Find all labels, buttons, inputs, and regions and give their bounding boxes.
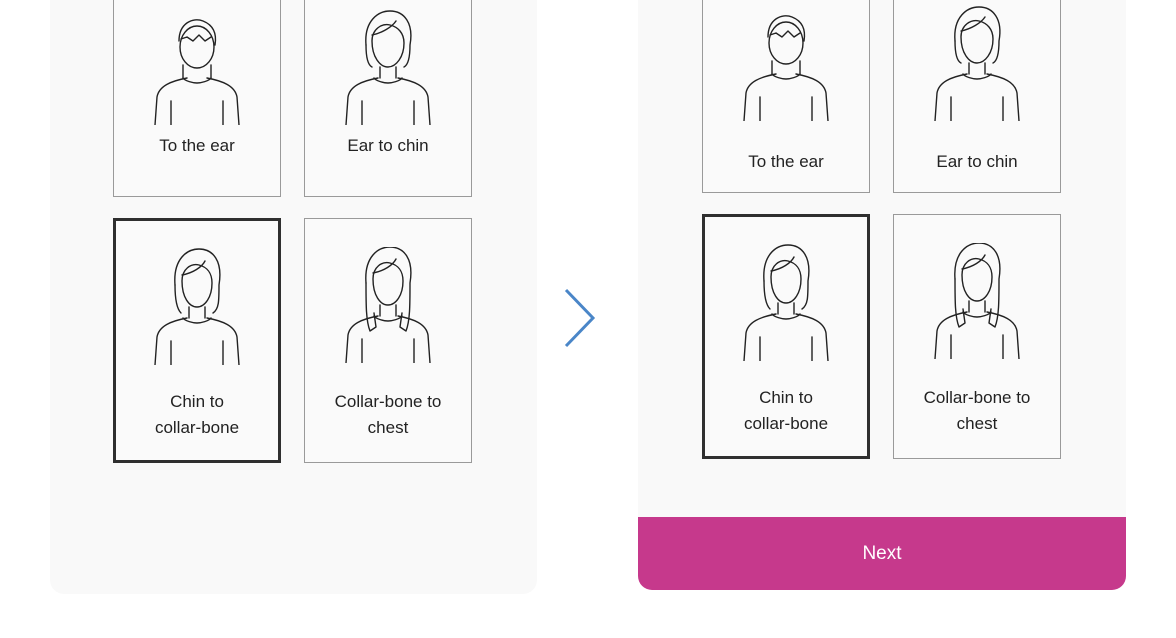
chin-length-hair-figure-icon bbox=[305, 9, 471, 125]
option-card-chin-to-collar-bone[interactable]: Chin to collar-bone bbox=[113, 218, 281, 463]
option-label: To the ear bbox=[159, 136, 235, 155]
option-label: Ear to chin bbox=[347, 136, 429, 155]
left-panel: To the ear Ear to chin Chin to collar-bo… bbox=[50, 0, 537, 594]
short-hair-figure-icon bbox=[114, 13, 280, 125]
option-label: To the ear bbox=[748, 152, 824, 171]
option-card-collar-bone-to-chest[interactable]: Collar-bone to chest bbox=[893, 214, 1061, 459]
option-card-ear-to-chin[interactable]: Ear to chin bbox=[304, 0, 472, 197]
next-button[interactable]: Next bbox=[638, 517, 1126, 590]
option-label: Collar-bone to chest bbox=[334, 392, 442, 437]
option-card-ear-to-chin[interactable]: Ear to chin bbox=[893, 0, 1061, 193]
chevron-right-icon bbox=[562, 288, 598, 353]
option-card-collar-bone-to-chest[interactable]: Collar-bone to chest bbox=[304, 218, 472, 463]
option-card-to-the-ear[interactable]: To the ear bbox=[113, 0, 281, 197]
collar-length-hair-figure-icon bbox=[705, 243, 867, 361]
option-label: Chin to collar-bone bbox=[743, 388, 829, 433]
collar-length-hair-figure-icon bbox=[116, 247, 278, 365]
option-label: Chin to collar-bone bbox=[154, 392, 240, 437]
chest-length-hair-figure-icon bbox=[894, 243, 1060, 359]
chin-length-hair-figure-icon bbox=[894, 5, 1060, 121]
right-panel: To the ear Ear to chin Chin to collar-bo… bbox=[638, 0, 1126, 590]
short-hair-figure-icon bbox=[703, 9, 869, 121]
option-card-chin-to-collar-bone[interactable]: Chin to collar-bone bbox=[702, 214, 870, 459]
chest-length-hair-figure-icon bbox=[305, 247, 471, 363]
option-card-to-the-ear[interactable]: To the ear bbox=[702, 0, 870, 193]
option-label: Ear to chin bbox=[936, 152, 1018, 171]
option-label: Collar-bone to chest bbox=[923, 388, 1031, 433]
